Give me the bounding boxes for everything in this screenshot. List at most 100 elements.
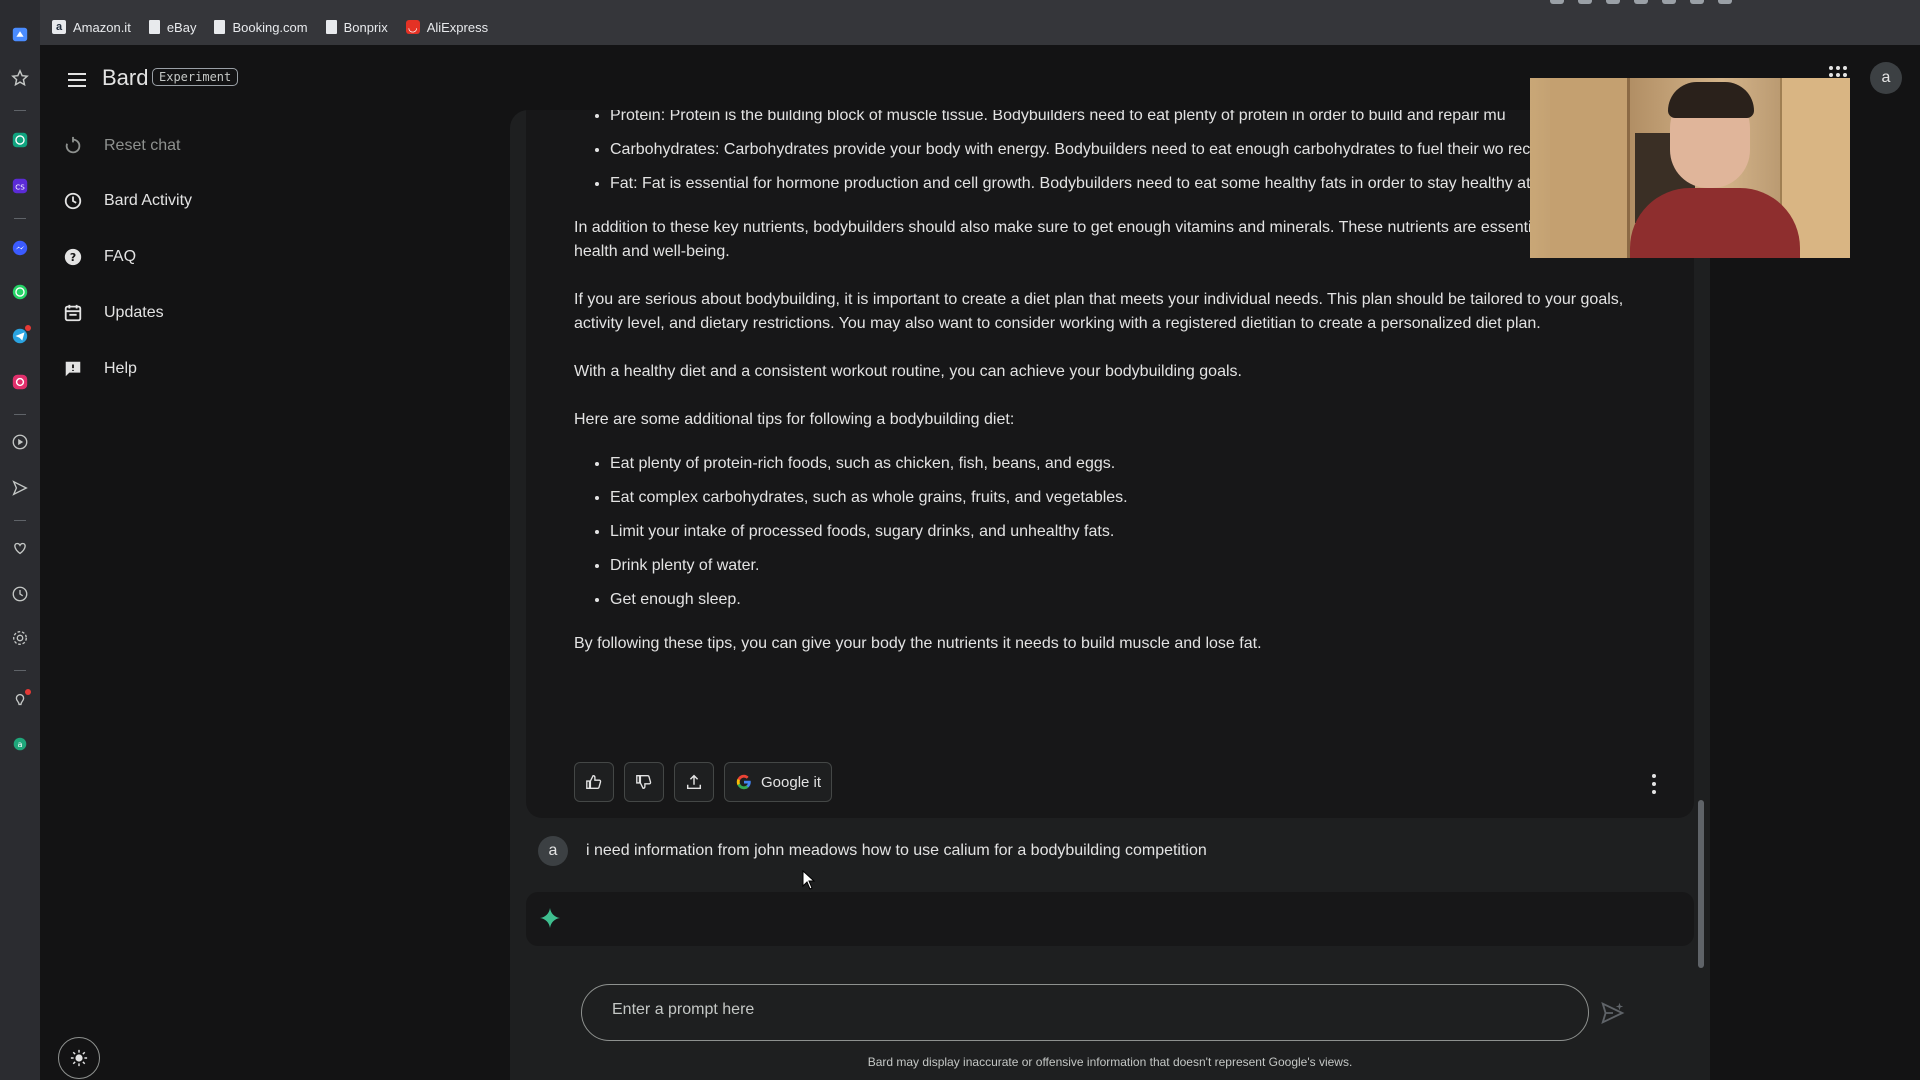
sidebar-separator [14,218,26,219]
bard-response: Protein: Protein is the building block o… [526,110,1694,818]
paragraph: By following these tips, you can give yo… [574,635,1262,652]
paragraph: Here are some additional tips for follow… [574,411,1015,428]
bookmark-amazon[interactable]: a Amazon.it [52,20,131,35]
send-button[interactable] [1600,1000,1628,1028]
sidebar-separator [14,670,26,671]
tips-list: Eat plenty of protein-rich foods, such a… [574,452,1654,612]
browser-bookmarks-bar: a Amazon.it eBay Booking.com Bonprix ◡ Ali… [0,0,1920,45]
history-icon[interactable] [10,584,30,604]
thumbs-down-icon [636,775,652,789]
nav-reset-chat[interactable]: Reset chat [62,135,180,157]
share-button[interactable] [674,762,714,802]
response-text: Protein: Protein is the building block o… [574,110,1654,680]
instagram-icon[interactable] [10,372,30,392]
theme-toggle-button[interactable] [58,1037,100,1079]
share-icon [686,774,702,790]
webcam-overlay [1530,78,1850,258]
bard-sparkle-icon [540,908,560,928]
browser-toolbar-edge [1550,0,1880,4]
account-avatar[interactable]: a [1870,62,1902,94]
nav-faq[interactable]: ? FAQ [62,246,136,268]
calendar-icon [62,302,84,324]
paragraph: If you are serious about bodybuilding, i… [574,291,1624,332]
google-icon [736,774,751,790]
mouse-cursor-icon [802,870,816,890]
sidebar-separator [14,520,26,521]
help-circle-icon: ? [62,246,84,268]
heart-icon[interactable] [10,538,30,558]
google-it-button[interactable]: Google it [724,762,833,802]
notification-dot [25,689,31,695]
reset-icon [62,135,84,157]
cs-icon[interactable]: CS [10,176,30,196]
browser-sidebar: CS a [0,0,40,1080]
list-item: Get enough sleep. [610,588,1654,612]
list-item: Drink plenty of water. [610,554,1654,578]
bookmark-ebay[interactable]: eBay [148,20,196,35]
list-item: Fat: Fat is essential for hormone produc… [610,172,1654,196]
aria-icon[interactable]: a [10,734,30,754]
thumbs-up-button[interactable] [574,762,614,802]
experiment-badge: Experiment [152,68,239,86]
list-item: Limit your intake of processed foods, su… [610,520,1654,544]
response-actions: Google it [574,762,833,802]
nutrients-list: Protein: Protein is the building block o… [574,110,1654,196]
chatgpt-icon[interactable] [10,130,30,150]
notification-dot [25,325,31,331]
bookmark-aliexpress[interactable]: ◡ AliExpress [405,20,488,35]
workspace-icon[interactable] [10,24,30,44]
nav-updates[interactable]: Updates [62,302,164,324]
amazon-icon: a [52,20,66,34]
svg-text:CS: CS [15,183,25,192]
more-options-icon[interactable] [1644,772,1664,796]
telegram-icon[interactable] [10,325,31,346]
page-icon [325,20,337,34]
history-icon [62,190,84,212]
webcam-person [1668,82,1754,118]
prompt-input[interactable] [612,1001,1512,1019]
settings-icon[interactable] [10,628,30,648]
sidebar-separator [14,110,26,111]
bookmark-bonprix[interactable]: Bonprix [325,20,388,35]
webcam-background [1550,78,1630,258]
bookmarks-list: a Amazon.it eBay Booking.com Bonprix ◡ Ali… [52,16,488,38]
prompt-box [581,984,1589,1041]
list-item: Protein: Protein is the building block o… [610,110,1654,128]
bookmark-booking[interactable]: Booking.com [214,20,308,35]
page-icon [214,20,226,34]
bard-navigation: Bard Experiment Reset chat Bard Activity… [40,45,510,1080]
sidebar-separator [14,414,26,415]
nav-bard-activity[interactable]: Bard Activity [62,190,192,212]
bard-logo[interactable]: Bard [102,65,148,91]
send-icon [1601,1001,1625,1025]
paragraph: With a healthy diet and a consistent wor… [574,363,1242,380]
messenger-icon[interactable] [10,238,30,258]
whatsapp-icon[interactable] [10,282,30,302]
chat-scrollbar[interactable] [1698,800,1704,968]
star-icon[interactable] [10,68,30,88]
aliexpress-icon: ◡ [405,20,420,34]
player-icon[interactable] [10,432,30,452]
bard-loading-response [526,892,1694,946]
list-item: Carbohydrates: Carbohydrates provide you… [610,138,1654,162]
nav-help[interactable]: Help [62,358,137,380]
user-avatar: a [538,836,568,866]
tab-strip-edge [55,0,355,4]
svg-text:a: a [18,739,23,749]
feedback-icon [62,358,84,380]
menu-icon[interactable] [65,68,89,92]
user-message-text[interactable]: i need information from john meadows how… [586,842,1207,860]
thumbs-up-icon [586,775,602,789]
list-item: Eat complex carbohydrates, such as whole… [610,486,1654,510]
page-icon [148,20,160,34]
send-icon[interactable] [10,478,30,498]
paragraph: In addition to these key nutrients, body… [574,219,1619,260]
list-item: Eat plenty of protein-rich foods, such a… [610,452,1654,476]
disclaimer-text: Bard may display inaccurate or offensive… [867,1055,1353,1069]
thumbs-down-button[interactable] [624,762,664,802]
tips-icon[interactable] [10,689,31,710]
user-message: a i need information from john meadows h… [538,836,1207,866]
svg-text:?: ? [70,251,76,264]
webcam-person [1630,188,1800,258]
sun-icon [70,1049,88,1067]
